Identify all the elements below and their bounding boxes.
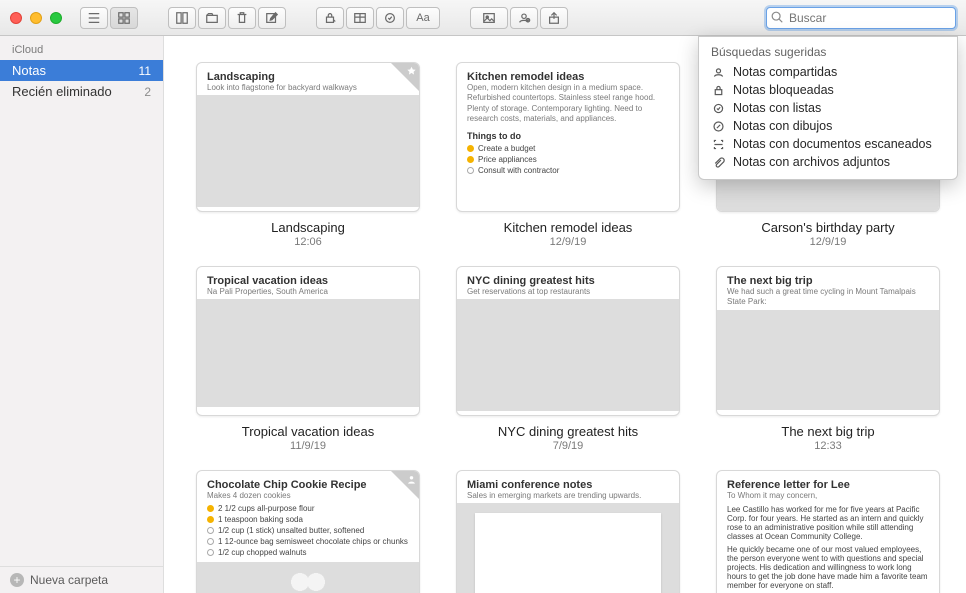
lock-button[interactable] [316, 7, 344, 29]
check-icon [207, 505, 214, 512]
check-icon [207, 527, 214, 534]
check-icon [467, 156, 474, 163]
sidebar-item-count: 2 [144, 85, 151, 99]
note-card[interactable]: NYC dining greatest hitsGet reservations… [450, 266, 686, 452]
note-card[interactable]: Tropical vacation ideasNa Pali Propertie… [190, 266, 426, 452]
note-date: 12:33 [814, 440, 842, 452]
note-thumbnail [717, 310, 939, 410]
note-thumbnail [457, 299, 679, 411]
window-controls [10, 12, 62, 24]
search-input[interactable] [766, 7, 956, 29]
note-thumbnail [197, 95, 419, 207]
note-date: 11/9/19 [290, 440, 326, 452]
note-date: 12:06 [294, 236, 322, 248]
suggestion-scanned-notes[interactable]: Notas con documentos escaneados [699, 135, 957, 153]
pencil-icon [711, 119, 725, 133]
suggestions-header: Búsquedas sugeridas [699, 43, 957, 63]
checklist-icon [711, 101, 725, 115]
minimize-window-button[interactable] [30, 12, 42, 24]
titlebar: Aa [0, 0, 966, 36]
table-button[interactable] [346, 7, 374, 29]
grid-view-button[interactable] [110, 7, 138, 29]
shared-badge [391, 471, 419, 499]
note-card[interactable]: Chocolate Chip Cookie RecipeMakes 4 doze… [190, 470, 426, 593]
note-card[interactable]: LandscapingLook into flagstone for backy… [190, 62, 426, 248]
suggestion-drawing-notes[interactable]: Notas con dibujos [699, 117, 957, 135]
sidebar-section-header: iCloud [0, 36, 163, 60]
note-title: Landscaping [271, 220, 345, 235]
note-date: 12/9/19 [810, 236, 847, 248]
sidebar-item-recently-deleted[interactable]: Recién eliminado 2 [0, 81, 163, 102]
note-title: NYC dining greatest hits [498, 424, 638, 439]
note-title: Carson's birthday party [761, 220, 894, 235]
note-thumbnail [457, 503, 679, 593]
format-button[interactable]: Aa [406, 7, 440, 29]
scan-icon [711, 137, 725, 151]
note-title: Kitchen remodel ideas [504, 220, 633, 235]
move-note-button[interactable] [198, 7, 226, 29]
media-button[interactable] [470, 7, 508, 29]
note-card[interactable]: Miami conference notesSales in emerging … [450, 470, 686, 593]
note-date: 12/9/19 [550, 236, 587, 248]
check-icon [207, 549, 214, 556]
note-date: 7/9/19 [553, 440, 584, 452]
checklist-button[interactable] [376, 7, 404, 29]
sidebar-item-count: 11 [139, 64, 151, 78]
suggestion-checklist-notes[interactable]: Notas con listas [699, 99, 957, 117]
pin-icon [406, 66, 417, 77]
delete-button[interactable] [228, 7, 256, 29]
pinned-badge [391, 63, 419, 91]
search-suggestions-dropdown: Búsquedas sugeridas Notas compartidas No… [698, 36, 958, 180]
note-card[interactable]: Kitchen remodel ideasOpen, modern kitche… [450, 62, 686, 248]
share-button[interactable] [540, 7, 568, 29]
sidebar-item-label: Notas [12, 63, 46, 78]
list-view-button[interactable] [80, 7, 108, 29]
note-title: Tropical vacation ideas [242, 424, 374, 439]
suggestion-attachment-notes[interactable]: Notas con archivos adjuntos [699, 153, 957, 171]
sidebar: iCloud Notas 11 Recién eliminado 2 + Nue… [0, 36, 164, 593]
collaborate-button[interactable] [510, 7, 538, 29]
sidebar-item-label: Recién eliminado [12, 84, 112, 99]
sidebar-item-notes[interactable]: Notas 11 [0, 60, 163, 81]
suggestion-shared-notes[interactable]: Notas compartidas [699, 63, 957, 81]
check-icon [207, 516, 214, 523]
note-card[interactable]: The next big tripWe had such a great tim… [710, 266, 946, 452]
check-icon [467, 145, 474, 152]
maximize-window-button[interactable] [50, 12, 62, 24]
toggle-attachments-button[interactable] [168, 7, 196, 29]
note-title: The next big trip [781, 424, 874, 439]
plus-icon: + [10, 573, 24, 587]
paperclip-icon [711, 155, 725, 169]
close-window-button[interactable] [10, 12, 22, 24]
note-thumbnail [197, 562, 419, 593]
person-icon [406, 474, 417, 485]
check-icon [207, 538, 214, 545]
new-folder-button[interactable]: + Nueva carpeta [0, 566, 163, 593]
lock-icon [711, 83, 725, 97]
suggestion-locked-notes[interactable]: Notas bloqueadas [699, 81, 957, 99]
person-icon [711, 65, 725, 79]
note-thumbnail [197, 299, 419, 407]
search-icon [770, 10, 784, 24]
note-card[interactable]: Reference letter for LeeTo Whom it may c… [710, 470, 946, 593]
new-note-button[interactable] [258, 7, 286, 29]
check-icon [467, 167, 474, 174]
